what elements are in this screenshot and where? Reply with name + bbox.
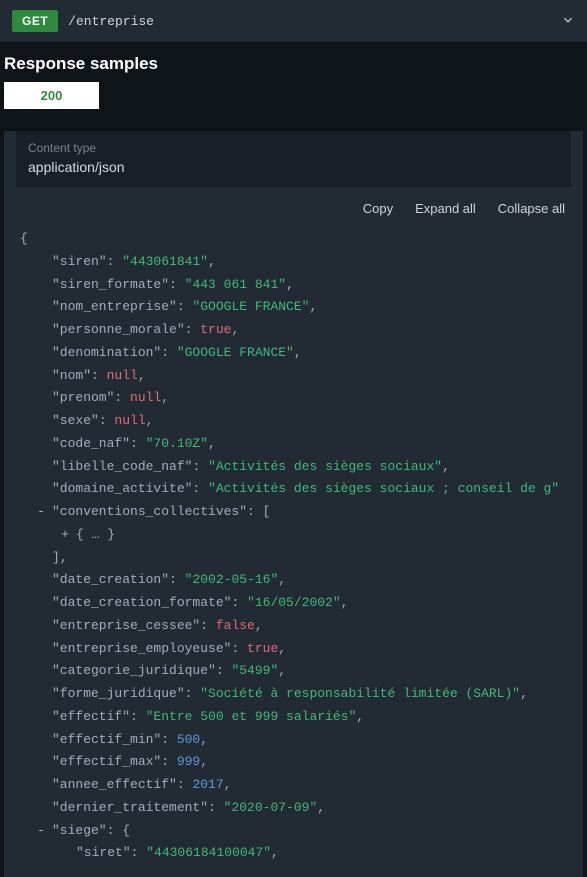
toggle-icon[interactable]: + — [58, 524, 72, 547]
json-line: -"conventions_collectives": [ — [20, 501, 571, 524]
json-line: "sexe": null, — [20, 410, 571, 433]
sample-actions: Copy Expand all Collapse all — [4, 187, 583, 224]
json-line: "entreprise_cessee": false, — [20, 615, 571, 638]
json-response-body: {"siren": "443061841","siren_formate": "… — [4, 224, 583, 877]
json-line: -"siege": { — [20, 820, 571, 843]
json-line: "code_naf": "70.10Z", — [20, 433, 571, 456]
collapse-all-button[interactable]: Collapse all — [498, 201, 565, 216]
expand-all-button[interactable]: Expand all — [415, 201, 476, 216]
json-line: "denomination": "GOOGLE FRANCE", — [20, 342, 571, 365]
json-line: "annee_effectif": 2017, — [20, 774, 571, 797]
json-line: "siret": "44306184100047", — [20, 842, 571, 865]
http-method-badge: GET — [12, 10, 58, 32]
status-tab-200[interactable]: 200 — [4, 82, 99, 109]
json-line: "libelle_code_naf": "Activités des siège… — [20, 456, 571, 479]
json-line: "prenom": null, — [20, 387, 571, 410]
json-line: +{ … } — [20, 524, 571, 547]
endpoint-row[interactable]: GET /entreprise — [0, 0, 587, 42]
sample-panel: Content type application/json Copy Expan… — [4, 131, 583, 877]
json-line: { — [20, 228, 571, 251]
json-line: "siren_formate": "443 061 841", — [20, 274, 571, 297]
json-line: "nom": null, — [20, 365, 571, 388]
toggle-icon[interactable]: - — [34, 501, 48, 524]
json-line: "personne_morale": true, — [20, 319, 571, 342]
copy-button[interactable]: Copy — [363, 201, 393, 216]
content-type-label: Content type — [28, 141, 559, 155]
json-line: "siren": "443061841", — [20, 251, 571, 274]
json-line: "nom_entreprise": "GOOGLE FRANCE", — [20, 296, 571, 319]
json-line: "entreprise_employeuse": true, — [20, 638, 571, 661]
chevron-down-icon[interactable] — [561, 13, 575, 30]
response-samples-heading: Response samples — [0, 42, 587, 82]
json-line: "date_creation": "2002-05-16", — [20, 569, 571, 592]
endpoint-path: /entreprise — [68, 14, 551, 29]
json-line: "forme_juridique": "Société à responsabi… — [20, 683, 571, 706]
json-line: "effectif_min": 500, — [20, 729, 571, 752]
json-line: "dernier_traitement": "2020-07-09", — [20, 797, 571, 820]
content-type-value: application/json — [28, 159, 559, 175]
json-line: ], — [20, 547, 571, 570]
json-line: "domaine_activite": "Activités des siège… — [20, 478, 571, 501]
content-type-selector[interactable]: Content type application/json — [16, 131, 571, 187]
status-code: 200 — [41, 88, 63, 103]
json-line: "date_creation_formate": "16/05/2002", — [20, 592, 571, 615]
json-line: "categorie_juridique": "5499", — [20, 660, 571, 683]
json-line: "effectif": "Entre 500 et 999 salariés", — [20, 706, 571, 729]
toggle-icon[interactable]: - — [34, 820, 48, 843]
json-line: "effectif_max": 999, — [20, 751, 571, 774]
